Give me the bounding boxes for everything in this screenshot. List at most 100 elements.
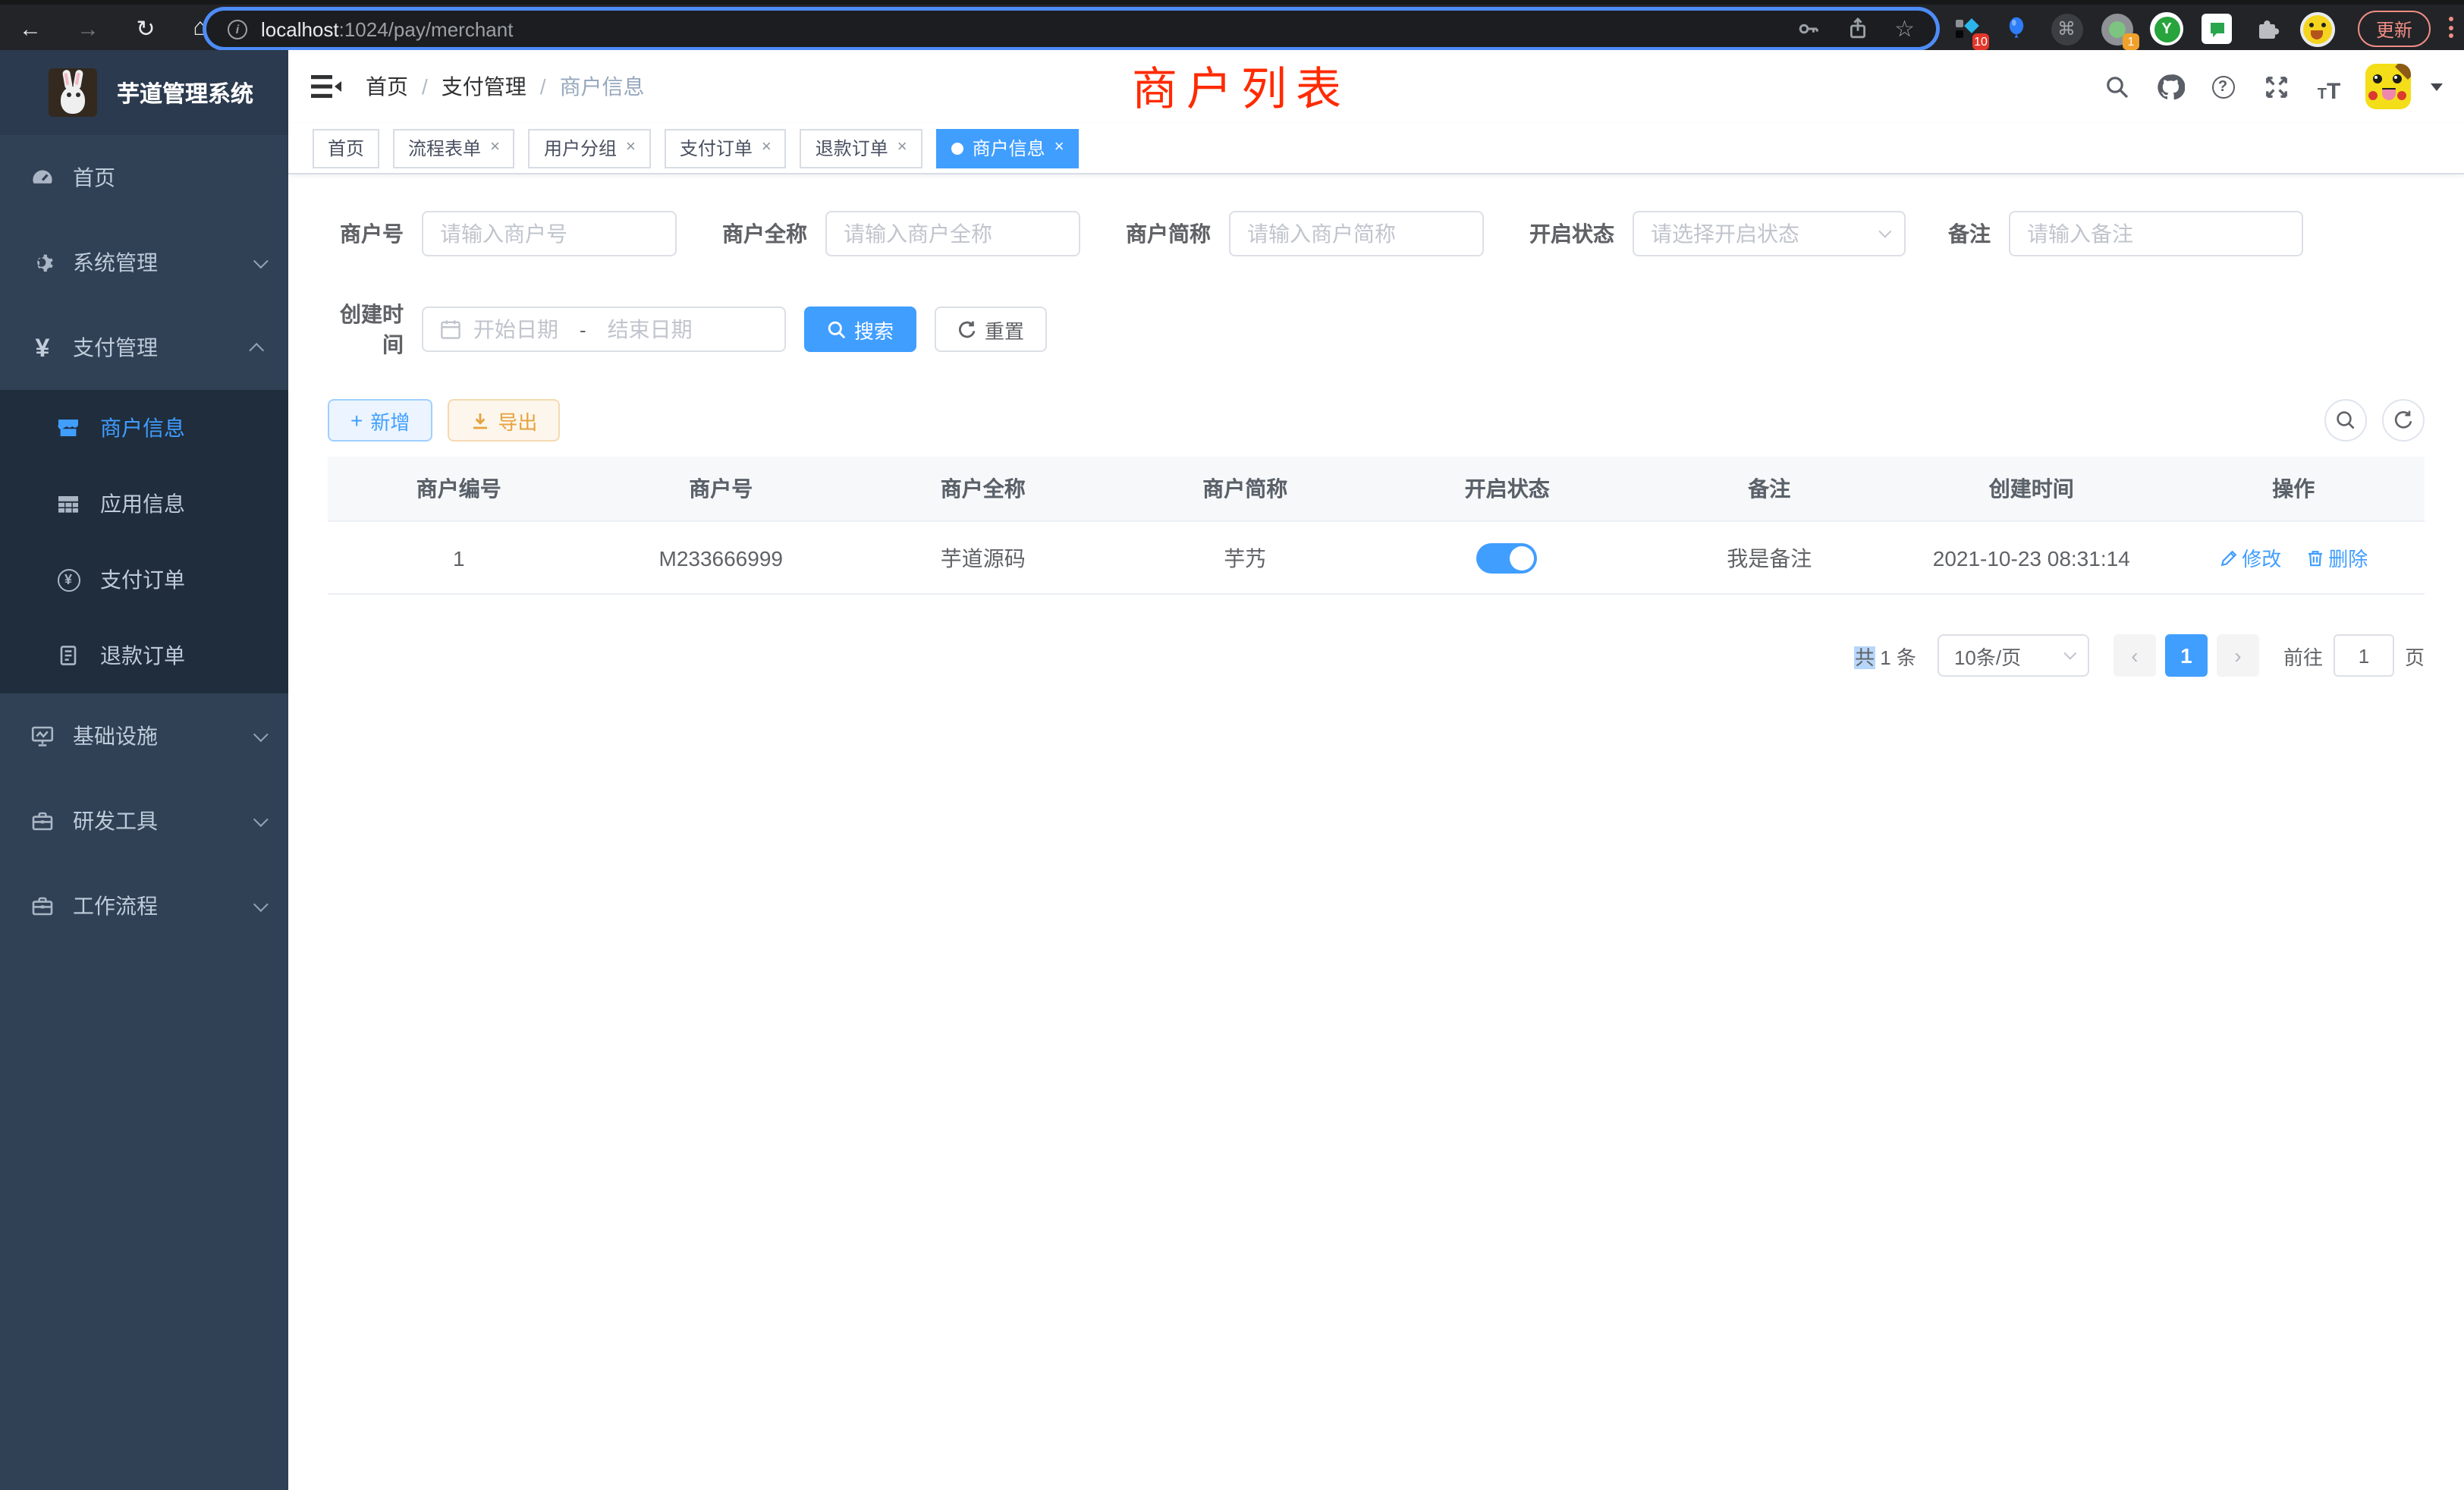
extension-badge: 1	[2123, 33, 2139, 50]
font-size-icon[interactable]: TT	[2312, 70, 2346, 103]
full-name-label: 商户全称	[710, 218, 825, 249]
next-page-button[interactable]: ›	[2217, 634, 2259, 677]
breadcrumb-pay[interactable]: 支付管理	[442, 71, 526, 102]
status-switch[interactable]	[1477, 542, 1538, 573]
refresh-table-button[interactable]	[2382, 399, 2425, 442]
create-time-label: 创建时间	[328, 299, 422, 360]
delete-link[interactable]: 删除	[2305, 543, 2368, 572]
short-name-input-wrap	[1229, 211, 1484, 256]
filter-row-2: 创建时间 开始日期 - 结束日期	[328, 299, 2425, 360]
cell-create-time: 2021-10-23 08:31:14	[1900, 545, 2163, 570]
sidebar-item-label: 商户信息	[100, 413, 185, 443]
full-name-input-wrap	[825, 211, 1080, 256]
tab-pay-order[interactable]: 支付订单×	[665, 128, 787, 168]
full-name-input[interactable]	[844, 222, 1062, 246]
user-avatar[interactable]	[2365, 64, 2411, 109]
tab-merchant-info[interactable]: 商户信息×	[936, 128, 1080, 168]
goto-page-input[interactable]	[2334, 634, 2394, 677]
status-select-input[interactable]	[1651, 222, 1878, 246]
sidebar-item-pay-order[interactable]: ¥ 支付订单	[0, 542, 288, 618]
share-icon[interactable]	[1846, 17, 1868, 41]
extension-balloon-icon[interactable]	[1998, 11, 2035, 47]
browser-menu-icon[interactable]	[2449, 17, 2455, 38]
date-separator: -	[580, 318, 586, 341]
export-button[interactable]: 导出	[448, 399, 560, 442]
browser-update-button[interactable]: 更新	[2358, 11, 2431, 47]
tab-user-group[interactable]: 用户分组×	[529, 128, 651, 168]
col-merchant-no: 商户号	[590, 473, 853, 504]
sidebar-logo[interactable]: 芋道管理系统	[0, 50, 288, 135]
page-1-button[interactable]: 1	[2165, 634, 2208, 677]
date-range-picker[interactable]: 开始日期 - 结束日期	[422, 306, 786, 352]
pagination-total: 共 1 条	[1855, 641, 1916, 670]
sidebar-item-label: 支付订单	[100, 564, 185, 595]
site-info-icon[interactable]: i	[228, 19, 247, 39]
sidebar-item-infra[interactable]: 基础设施	[0, 693, 288, 778]
short-name-input[interactable]	[1247, 222, 1466, 246]
extensions-puzzle-icon[interactable]	[2249, 11, 2285, 47]
browser-back-icon[interactable]: ←	[12, 11, 49, 47]
tab-refund-order[interactable]: 退款订单×	[800, 128, 922, 168]
status-select[interactable]	[1633, 211, 1906, 256]
close-icon[interactable]: ×	[897, 140, 907, 156]
password-key-icon[interactable]	[1796, 17, 1820, 41]
annotation-merchant-list: 商户列表	[1132, 52, 1350, 118]
edit-link[interactable]: 修改	[2219, 543, 2281, 572]
remark-input-wrap	[2009, 211, 2303, 256]
remark-input[interactable]	[2027, 222, 2285, 246]
merchant-no-input-wrap	[422, 211, 677, 256]
chevron-down-icon	[2063, 647, 2076, 660]
col-create-time: 创建时间	[1900, 473, 2163, 504]
col-full-name: 商户全称	[852, 473, 1114, 504]
tab-home[interactable]: 首页	[313, 128, 379, 168]
github-icon[interactable]	[2153, 70, 2186, 103]
extension-recorder-icon[interactable]: 1	[2098, 11, 2135, 47]
bookmark-star-icon[interactable]: ☆	[1894, 15, 1915, 42]
help-icon[interactable]: ?	[2206, 70, 2239, 103]
extension-command-icon[interactable]: ⌘	[2048, 11, 2085, 47]
sidebar-item-pay[interactable]: ¥ 支付管理	[0, 305, 288, 390]
show-search-button[interactable]	[2324, 399, 2367, 442]
remark-label: 备注	[1939, 218, 2009, 249]
merchant-no-input[interactable]	[440, 222, 658, 246]
browser-reload-icon[interactable]: ↻	[127, 11, 164, 47]
close-icon[interactable]: ×	[762, 140, 772, 156]
app-title: 芋道管理系统	[117, 77, 253, 108]
breadcrumb-home[interactable]: 首页	[366, 71, 408, 102]
cell-remark: 我是备注	[1639, 542, 1901, 573]
page-size-select[interactable]: 10条/页	[1938, 634, 2089, 677]
fullscreen-icon[interactable]	[2259, 70, 2293, 103]
browser-profile-avatar[interactable]	[2299, 11, 2335, 47]
add-button[interactable]: + 新增	[328, 399, 432, 442]
extension-y-icon[interactable]: Y	[2148, 11, 2185, 47]
sidebar-item-workflow[interactable]: 工作流程	[0, 863, 288, 948]
address-bar[interactable]: i localhost:1024/pay/merchant ☆	[206, 11, 1936, 47]
sidebar-item-home[interactable]: 首页	[0, 135, 288, 220]
close-icon[interactable]: ×	[626, 140, 636, 156]
merchant-no-label: 商户号	[328, 218, 422, 249]
prev-page-button[interactable]: ‹	[2114, 634, 2156, 677]
extension-diamond-icon[interactable]: 10	[1948, 11, 1985, 47]
reset-button[interactable]: 重置	[935, 306, 1047, 352]
sidebar-item-app-info[interactable]: 应用信息	[0, 466, 288, 542]
close-icon[interactable]: ×	[490, 140, 500, 156]
url-text[interactable]: localhost:1024/pay/merchant	[261, 17, 1796, 40]
browser-forward-icon[interactable]: →	[70, 11, 106, 47]
col-merchant-id: 商户编号	[328, 473, 590, 504]
sidebar-item-label: 应用信息	[100, 489, 185, 519]
page-unit-label: 页	[2405, 641, 2425, 670]
sidebar-item-devtools[interactable]: 研发工具	[0, 778, 288, 863]
extension-chat-icon[interactable]	[2198, 11, 2235, 47]
close-icon[interactable]: ×	[1054, 140, 1064, 156]
tab-process-form[interactable]: 流程表单×	[393, 128, 515, 168]
sidebar-item-merchant-info[interactable]: 商户信息	[0, 390, 288, 466]
sidebar-item-refund-order[interactable]: 退款订单	[0, 618, 288, 693]
search-button[interactable]: 搜索	[804, 306, 916, 352]
hamburger-icon[interactable]	[311, 73, 341, 100]
sidebar-item-label: 支付管理	[73, 332, 253, 363]
cell-merchant-id: 1	[328, 545, 590, 570]
avatar-caret-icon[interactable]	[2431, 83, 2443, 90]
breadcrumb-separator: /	[422, 74, 428, 99]
sidebar-item-system[interactable]: 系统管理	[0, 220, 288, 305]
header-search-icon[interactable]	[2100, 70, 2133, 103]
